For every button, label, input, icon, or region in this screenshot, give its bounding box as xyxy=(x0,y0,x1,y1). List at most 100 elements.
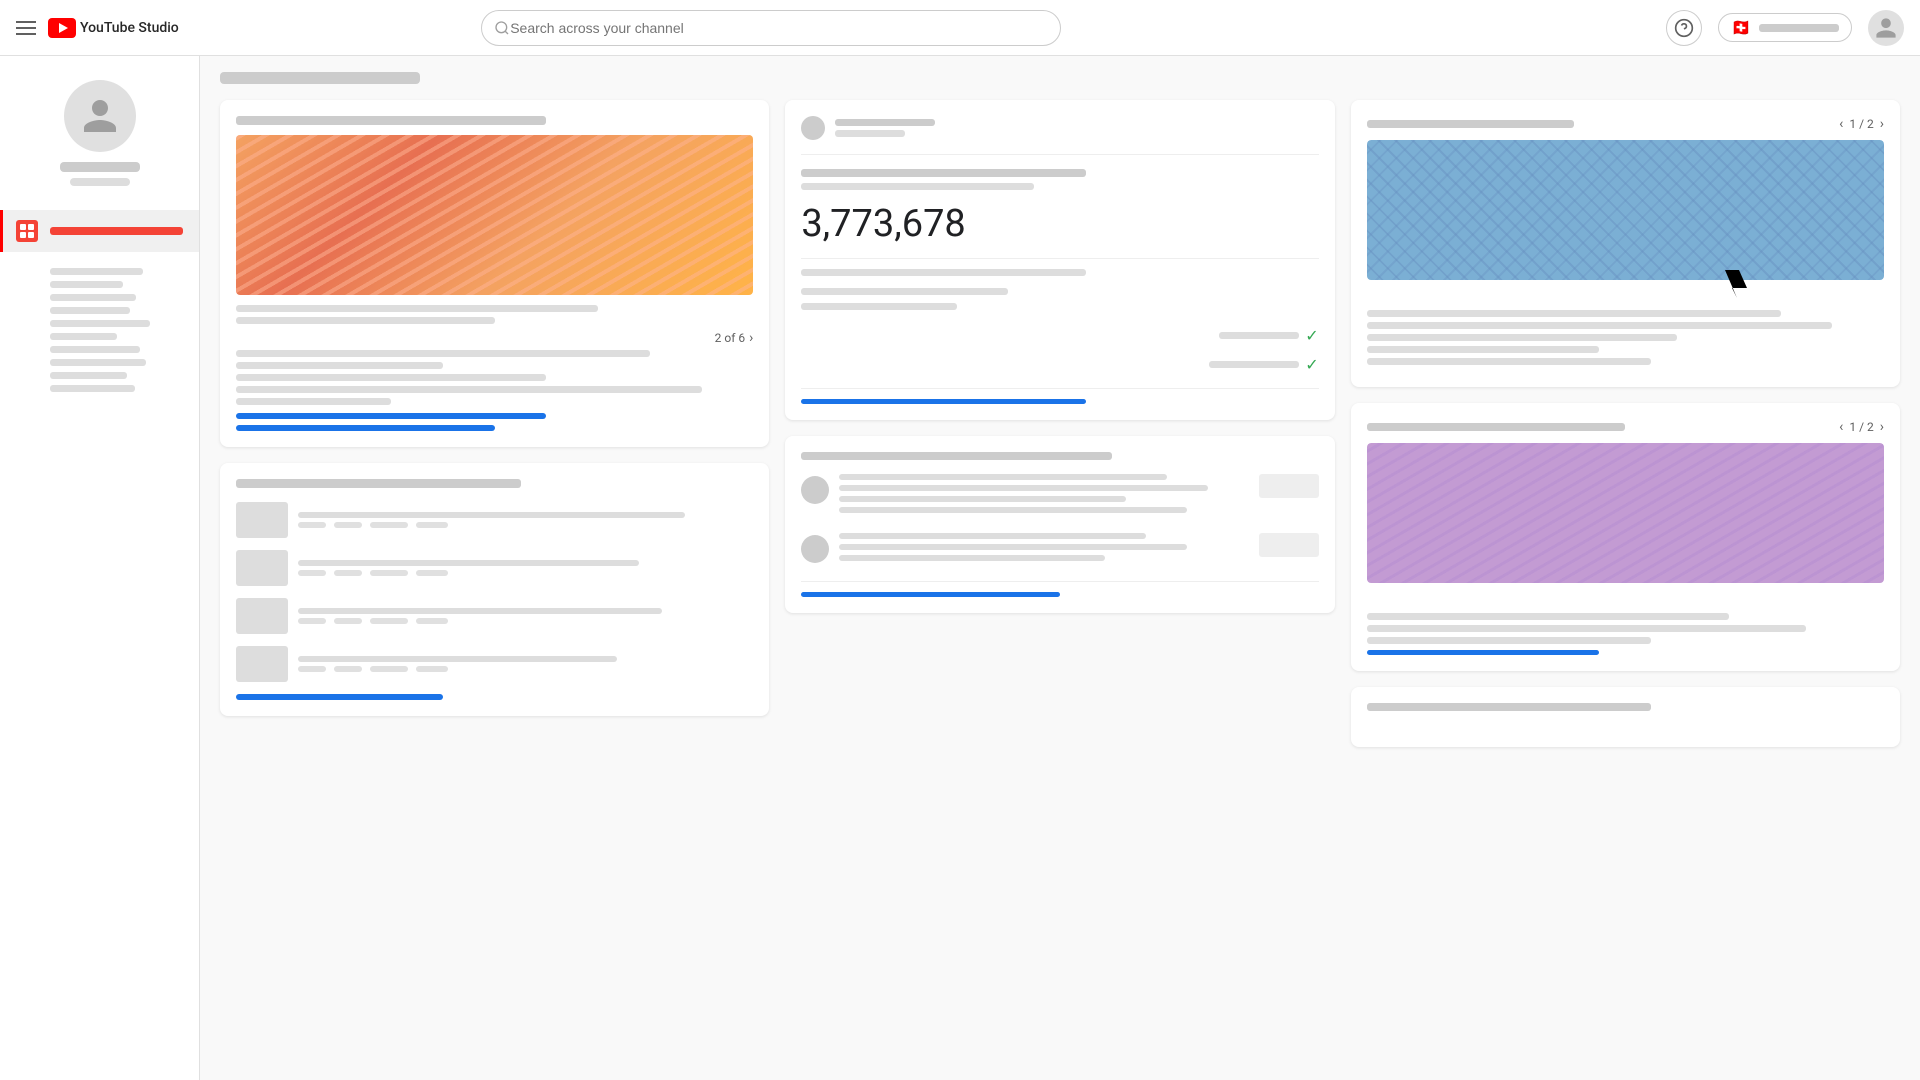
card3a-nav-header: ‹ 1 / 2 › xyxy=(1367,116,1884,132)
card3b-nav-header: ‹ 1 / 2 › xyxy=(1367,419,1884,435)
user-avatar-button[interactable] xyxy=(1868,10,1904,46)
channel-name-bar xyxy=(1759,24,1839,32)
orange-thumbnail xyxy=(236,135,753,295)
c-line-4 xyxy=(839,507,1187,513)
sidebar-bar-4 xyxy=(50,307,130,314)
search-icon xyxy=(494,20,510,36)
progress-bar-1 xyxy=(236,413,546,419)
card1-thumbnail xyxy=(236,135,753,295)
sidebar-items xyxy=(0,202,199,408)
next-page-arrow-3b[interactable]: › xyxy=(1880,419,1884,435)
purple-thumbnail xyxy=(1367,443,1884,583)
pagination-3b: 1 / 2 xyxy=(1849,420,1873,434)
c3a-bar-1 xyxy=(1367,310,1781,317)
list-item-4 xyxy=(236,646,753,682)
c1-bar-7 xyxy=(236,398,391,405)
c1-bar-1 xyxy=(236,305,598,312)
list-info-2 xyxy=(298,560,753,576)
meta-views-3 xyxy=(298,618,326,624)
comments-progress xyxy=(801,592,1060,597)
list-thumb-3 xyxy=(236,598,288,634)
search-input[interactable] xyxy=(510,20,1048,36)
list-info-4 xyxy=(298,656,753,672)
meta-comments-2 xyxy=(370,570,408,576)
blue-thumbnail-wrapper xyxy=(1367,140,1884,300)
hamburger-menu[interactable] xyxy=(16,21,36,35)
sidebar-avatar xyxy=(64,80,136,152)
dashboard-label xyxy=(50,227,183,235)
c-line-2 xyxy=(839,485,1207,491)
c2-line-2 xyxy=(839,544,1187,550)
stat-label xyxy=(801,169,1086,177)
list-bar-title-1 xyxy=(298,512,685,518)
sidebar-subscriber-count xyxy=(70,178,130,186)
stats-card-title xyxy=(835,119,935,126)
sidebar xyxy=(0,56,200,1080)
comment-lines-1 xyxy=(839,474,1248,513)
meta-date-1 xyxy=(416,522,448,528)
c1-bar-6 xyxy=(236,386,702,393)
comment-body-2 xyxy=(839,533,1248,567)
list-item-3 xyxy=(236,598,753,634)
dashboard-icon xyxy=(16,220,38,242)
list-bar-title-4 xyxy=(298,656,617,662)
prev-page-arrow-3a[interactable]: ‹ xyxy=(1839,116,1843,132)
pagination-text: 2 of 6 xyxy=(715,331,745,345)
search-bar[interactable] xyxy=(481,10,1061,46)
list-thumb-1 xyxy=(236,502,288,538)
meta-views-4 xyxy=(298,666,326,672)
sidebar-bar-6 xyxy=(50,333,117,340)
c3a-bar-3 xyxy=(1367,334,1677,341)
nav-left: YouTube Studio xyxy=(16,18,179,38)
card1-header xyxy=(236,116,546,125)
grid-icon xyxy=(19,223,35,239)
meta-date-4 xyxy=(416,666,448,672)
list-meta-4 xyxy=(298,666,753,672)
check-bar-2 xyxy=(1209,361,1299,368)
stat-sublabel xyxy=(801,183,1034,190)
card-sixth xyxy=(1351,687,1900,747)
main-content: 2 of 6 › xyxy=(200,56,1920,1080)
sidebar-profile xyxy=(0,56,199,202)
meta-comments-3 xyxy=(370,618,408,624)
user-icon xyxy=(1874,16,1898,40)
next-page-arrow-3a[interactable]: › xyxy=(1880,116,1884,132)
stat-progress xyxy=(801,399,1086,404)
c1-bar-4 xyxy=(236,362,443,369)
channel-button[interactable]: 🇨🇭 xyxy=(1718,13,1852,42)
purple-thumbnail-wrapper xyxy=(1367,443,1884,603)
stats-card-subtitle xyxy=(835,130,905,137)
column-2: 3,773,678 ✓ ✓ xyxy=(785,100,1334,747)
card3a-pagination: ‹ 1 / 2 › xyxy=(1839,116,1884,132)
prev-page-arrow-3b[interactable]: ‹ xyxy=(1839,419,1843,435)
avatar-icon xyxy=(80,96,120,136)
c3b-bar-2 xyxy=(1367,625,1807,632)
big-number: 3,773,678 xyxy=(801,202,1318,246)
sidebar-bar-2 xyxy=(50,281,123,288)
comment-action-btn-1[interactable] xyxy=(1259,474,1319,498)
c3b-bar-3 xyxy=(1367,637,1652,644)
check-icon-2: ✓ xyxy=(1305,355,1318,374)
comments-divider xyxy=(801,581,1318,582)
card4-header xyxy=(236,479,521,488)
stat-bar-1 xyxy=(801,269,1086,276)
next-page-arrow[interactable]: › xyxy=(749,330,753,346)
sidebar-nav-items xyxy=(0,260,199,400)
progress-bar-2 xyxy=(236,425,495,431)
comment-action-btn-2[interactable] xyxy=(1259,533,1319,557)
meta-views-2 xyxy=(298,570,326,576)
sidebar-item-dashboard[interactable] xyxy=(0,210,199,252)
c3a-bar-4 xyxy=(1367,346,1600,353)
stats-divider-3 xyxy=(801,388,1318,389)
card3a-label xyxy=(1367,120,1574,128)
comment-row-1 xyxy=(801,474,1318,519)
list-item-1 xyxy=(236,502,753,538)
c-line-3 xyxy=(839,496,1126,502)
sidebar-bar-7 xyxy=(50,346,140,353)
card6-header xyxy=(1367,703,1652,711)
meta-likes-1 xyxy=(334,522,362,528)
list-meta-3 xyxy=(298,618,753,624)
nav-right: 🇨🇭 xyxy=(1666,10,1904,46)
meta-views-1 xyxy=(298,522,326,528)
help-button[interactable] xyxy=(1666,10,1702,46)
